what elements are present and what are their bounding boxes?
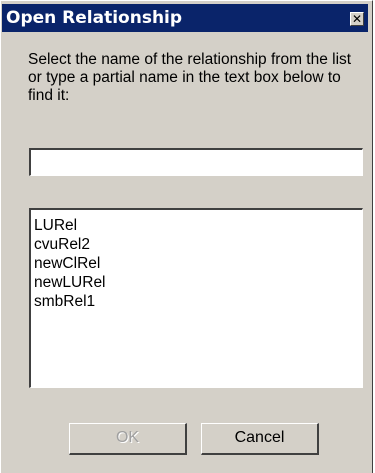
window-title: Open Relationship [6, 8, 183, 28]
ok-button[interactable]: OK [69, 423, 187, 455]
list-item[interactable]: newClRel [33, 254, 362, 273]
list-item[interactable]: cvuRel2 [33, 235, 362, 254]
cancel-button[interactable]: Cancel [201, 423, 319, 455]
list-item[interactable]: smbRel1 [33, 292, 362, 311]
list-item[interactable]: LURel [33, 216, 362, 235]
title-bar[interactable]: Open Relationship ✕ [2, 4, 368, 32]
relationship-list[interactable]: LURel cvuRel2 newClRel newLURel smbRel1 [29, 208, 363, 388]
open-relationship-dialog: Open Relationship ✕ Select the name of t… [0, 0, 373, 473]
close-icon[interactable]: ✕ [350, 12, 364, 26]
search-input[interactable] [29, 148, 363, 176]
instructions-text: Select the name of the relationship from… [28, 51, 352, 104]
list-item[interactable]: newLURel [33, 273, 362, 292]
